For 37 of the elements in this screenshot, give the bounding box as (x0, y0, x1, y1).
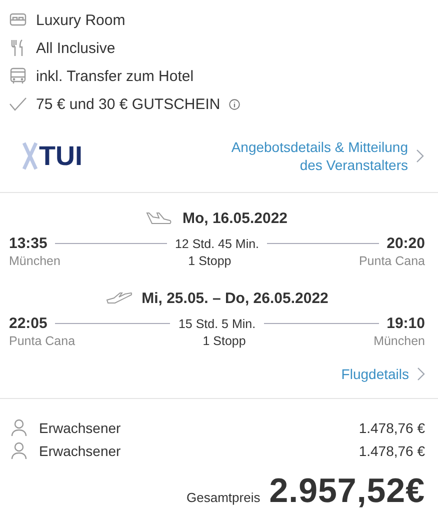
departure-time: 13:35 (9, 235, 48, 252)
takeoff-plane-icon (106, 291, 132, 305)
departure-city: München (9, 254, 60, 268)
operator-logo: TUI (39, 141, 82, 171)
total-price: 2.957,52€ (269, 472, 425, 511)
feature-label: inkl. Transfer zum Hotel (36, 68, 194, 84)
traveller-label: Erwachsener (39, 420, 122, 436)
flight-duration: 15 Std. 5 Min. (178, 316, 256, 330)
flight-date: Mo, 16.05.2022 (182, 210, 288, 226)
traveller-price: 1.478,76 € (358, 420, 425, 436)
arrival-city: Punta Cana (358, 254, 425, 268)
chevron-right-icon (416, 149, 424, 163)
arrival-city: München (374, 334, 425, 348)
stops-count: 1 Stopp (188, 254, 232, 268)
stops-count: 1 Stopp (202, 334, 246, 348)
departure-time: 22:05 (9, 315, 48, 332)
total-label: Gesamtpreis (186, 490, 260, 505)
person-icon (11, 442, 27, 460)
feature-label: Luxury Room (36, 12, 126, 28)
flight-details-link[interactable]: Flugdetails (341, 365, 425, 383)
traveller-price: 1.478,76 € (358, 442, 425, 458)
feature-label: All Inclusive (36, 40, 116, 56)
arrival-time: 20:20 (386, 235, 425, 252)
person-icon (11, 418, 27, 436)
arrival-time: 19:10 (386, 315, 425, 332)
checkmark-icon (9, 95, 27, 113)
flight-date: Mi, 25.05. – Do, 26.05.2022 (142, 290, 328, 306)
departure-city: Punta Cana (9, 334, 76, 348)
traveller-label: Erwachsener (39, 442, 122, 458)
chevron-right-icon (417, 367, 425, 381)
bus-icon (9, 67, 27, 85)
offer-details-link[interactable]: Angebotsdetails & Mitteilung des Veranstalters (218, 138, 424, 174)
flight-duration: 12 Std. 45 Min. (174, 236, 260, 250)
feature-label: 75 € und 30 € GUTSCHEIN (36, 96, 220, 112)
landing-plane-icon (146, 212, 172, 224)
x-mark-icon (22, 141, 38, 171)
info-icon[interactable] (229, 98, 240, 110)
